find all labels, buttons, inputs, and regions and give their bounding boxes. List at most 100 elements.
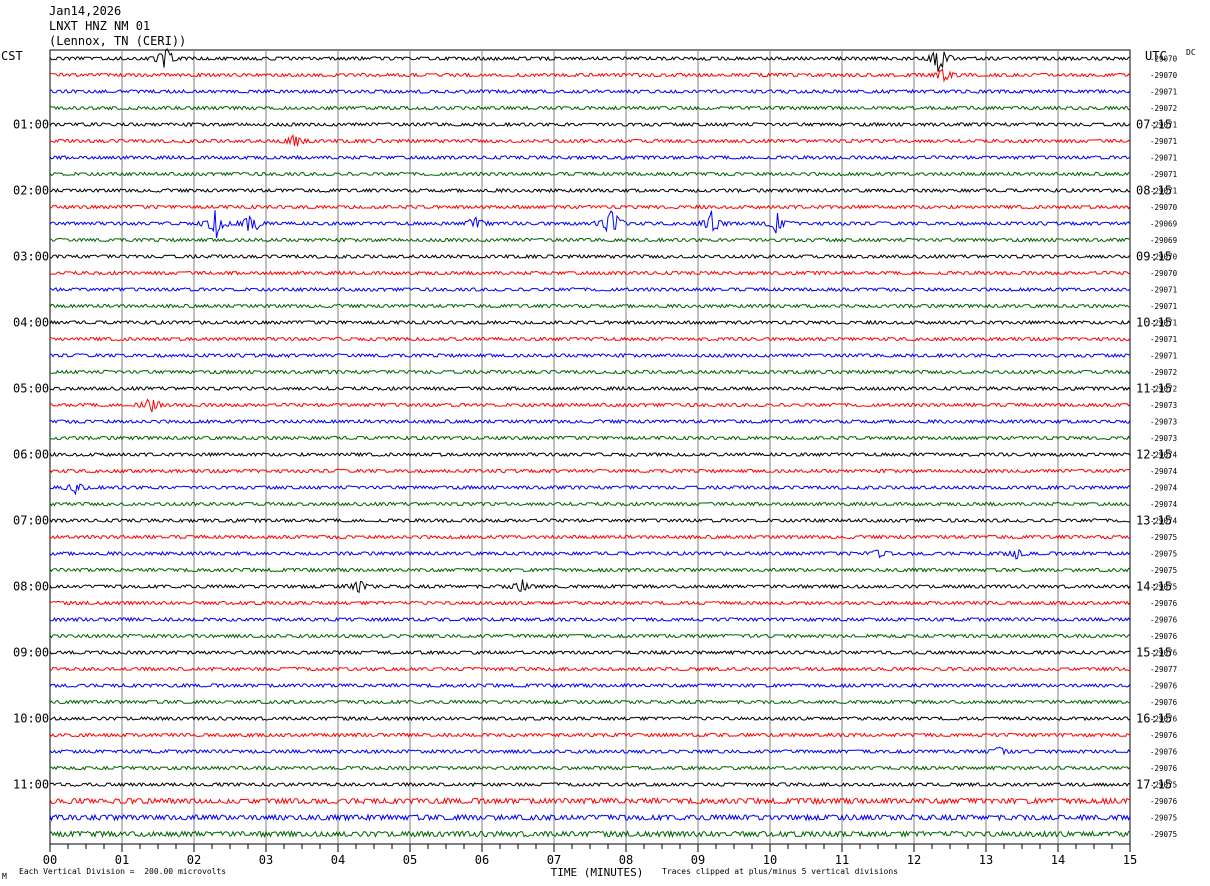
dc-offset-label: -29072 — [1150, 368, 1177, 377]
dc-offset-label: -29076 — [1150, 698, 1178, 707]
dc-offset-label: -29075 — [1150, 830, 1177, 839]
dc-offset-label: -29070 — [1150, 71, 1178, 80]
dc-offset-label: -29074 — [1150, 484, 1178, 493]
seismic-trace — [49, 270, 1131, 276]
x-tick-label: 09 — [691, 853, 705, 867]
seismic-trace — [49, 746, 1131, 756]
dc-offset-label: -29071 — [1150, 137, 1177, 146]
seismic-trace — [49, 796, 1131, 806]
seismic-trace — [49, 154, 1131, 161]
dc-offset-label: -29076 — [1150, 764, 1178, 773]
seismic-trace — [49, 209, 1131, 239]
seismic-trace — [49, 237, 1131, 243]
dc-offset-label: -29071 — [1150, 302, 1177, 311]
seismic-trace — [49, 468, 1131, 474]
left-hour-label: 09:00 — [13, 646, 49, 660]
seismic-trace — [49, 567, 1131, 573]
x-tick-label: 13 — [979, 853, 993, 867]
dc-offset-label: -29076 — [1150, 797, 1178, 806]
seismic-trace — [49, 765, 1131, 771]
right-hour-label: 08:15 — [1136, 184, 1172, 198]
dc-offset-label: -29071 — [1150, 88, 1177, 97]
seismic-trace — [49, 451, 1131, 458]
scale-note: Each Vertical Division = 200.00 microvol… — [19, 867, 227, 876]
seismic-trace — [49, 134, 1131, 147]
x-tick-label: 08 — [619, 853, 633, 867]
corner-mark: M — [2, 872, 7, 881]
right-hour-label: 07:15 — [1136, 118, 1172, 132]
helicorder-plot: -29070 -29070 -29071 -29072 -29071 -29071 -290… — [13, 47, 1178, 879]
seismic-trace — [49, 781, 1131, 788]
trace-labels: -29070 -29070 -29071 -29072 -29071 -29071 -290… — [13, 55, 1178, 840]
dc-offset-label: -29075 — [1150, 533, 1177, 542]
dc-offset-label: -29073 — [1150, 401, 1177, 410]
seismic-trace — [49, 352, 1131, 359]
dc-offset-label: -29069 — [1150, 220, 1177, 229]
right-hour-label: 15:15 — [1136, 646, 1172, 660]
seismic-trace — [49, 105, 1131, 111]
seismic-trace — [49, 483, 1131, 496]
right-hour-label: 11:15 — [1136, 382, 1172, 396]
dc-offset-label: -29076 — [1150, 748, 1178, 757]
dc-offset-label: -29071 — [1150, 286, 1177, 295]
left-hour-label: 01:00 — [13, 118, 49, 132]
seismic-trace — [49, 813, 1131, 822]
left-hour-label: 05:00 — [13, 382, 49, 396]
x-tick-label: 10 — [763, 853, 777, 867]
dc-offset-label: -29076 — [1150, 616, 1178, 625]
right-hour-label: 09:15 — [1136, 250, 1172, 264]
dc-offset-label: -29071 — [1150, 170, 1177, 179]
seismic-trace — [49, 369, 1131, 375]
seismic-trace — [49, 534, 1130, 540]
seismic-trace — [49, 715, 1131, 722]
left-hour-label: 11:00 — [13, 778, 49, 792]
seismic-trace — [49, 435, 1131, 441]
dc-offset-label: -29073 — [1150, 418, 1177, 427]
right-hour-label: 16:15 — [1136, 712, 1172, 726]
seismic-trace — [49, 398, 1131, 413]
dc-offset-label: -29075 — [1150, 550, 1177, 559]
seismic-trace — [49, 47, 1131, 72]
left-hour-label: 04:00 — [13, 316, 49, 330]
seismic-trace — [49, 171, 1131, 177]
clip-note: Traces clipped at plus/minus 5 vertical … — [662, 867, 899, 876]
left-hour-label: 07:00 — [13, 514, 49, 528]
seismic-trace — [49, 67, 1131, 83]
seismic-trace — [49, 666, 1131, 672]
dc-offset-label: -29070 — [1150, 269, 1178, 278]
right-hour-label: 14:15 — [1136, 580, 1172, 594]
plot-frame — [49, 49, 1131, 845]
seismic-trace — [49, 303, 1131, 309]
seismic-trace — [49, 633, 1131, 639]
seismic-trace — [49, 548, 1131, 560]
dc-offset-label: -29071 — [1150, 154, 1177, 163]
right-hour-label: 12:15 — [1136, 448, 1172, 462]
dc-offset-label: -29070 — [1150, 55, 1178, 64]
seismic-trace — [49, 286, 1131, 293]
seismic-trace — [49, 385, 1131, 392]
x-tick-label: 03 — [259, 853, 273, 867]
dc-offset-label: -29073 — [1150, 434, 1177, 443]
seismic-trace — [49, 699, 1131, 705]
seismic-traces — [49, 47, 1131, 839]
dc-offset-label: -29069 — [1150, 236, 1177, 245]
dc-offset-label: -29071 — [1150, 352, 1177, 361]
left-hour-label: 08:00 — [13, 580, 49, 594]
x-tick-label: 11 — [835, 853, 849, 867]
dc-offset-label: -29075 — [1150, 566, 1177, 575]
dc-offset-label: -29075 — [1150, 814, 1177, 823]
dc-offset-label: -29077 — [1150, 665, 1177, 674]
seismic-trace — [49, 121, 1131, 128]
left-hour-label: 02:00 — [13, 184, 49, 198]
x-tick-label: 01 — [115, 853, 129, 867]
seismic-trace — [49, 616, 1131, 623]
x-tick-label: 07 — [547, 853, 561, 867]
seismic-trace — [49, 829, 1131, 839]
dc-offset-label: -29076 — [1150, 731, 1178, 740]
seismic-trace — [49, 649, 1131, 656]
seismic-trace — [49, 732, 1131, 738]
x-tick-label: 15 — [1123, 853, 1137, 867]
left-hour-label: 03:00 — [13, 250, 49, 264]
seismic-trace — [49, 336, 1131, 342]
seismic-trace — [49, 579, 1131, 594]
